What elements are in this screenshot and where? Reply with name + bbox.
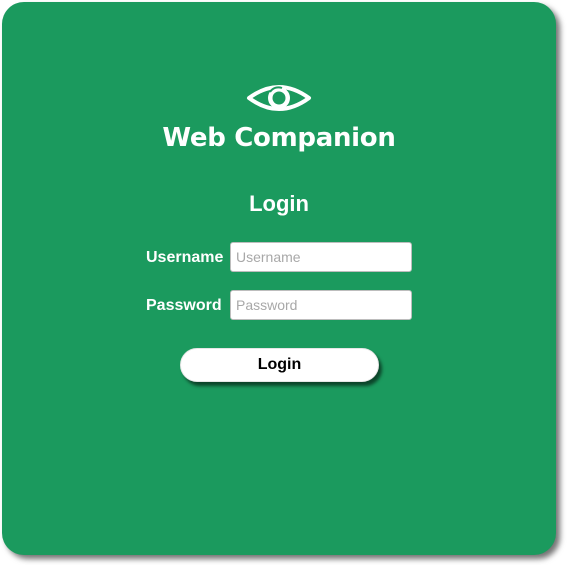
login-title: Login [249,191,309,216]
username-label: Username [146,249,224,266]
login-card: Web Companion Login Username Password Lo… [2,2,556,555]
username-input[interactable] [230,242,412,272]
password-input[interactable] [230,290,412,320]
eye-icon [247,85,311,111]
login-button[interactable]: Login [180,348,379,382]
logo [2,80,556,116]
password-label: Password [146,297,222,314]
brand-name: Web Companion [162,123,396,153]
